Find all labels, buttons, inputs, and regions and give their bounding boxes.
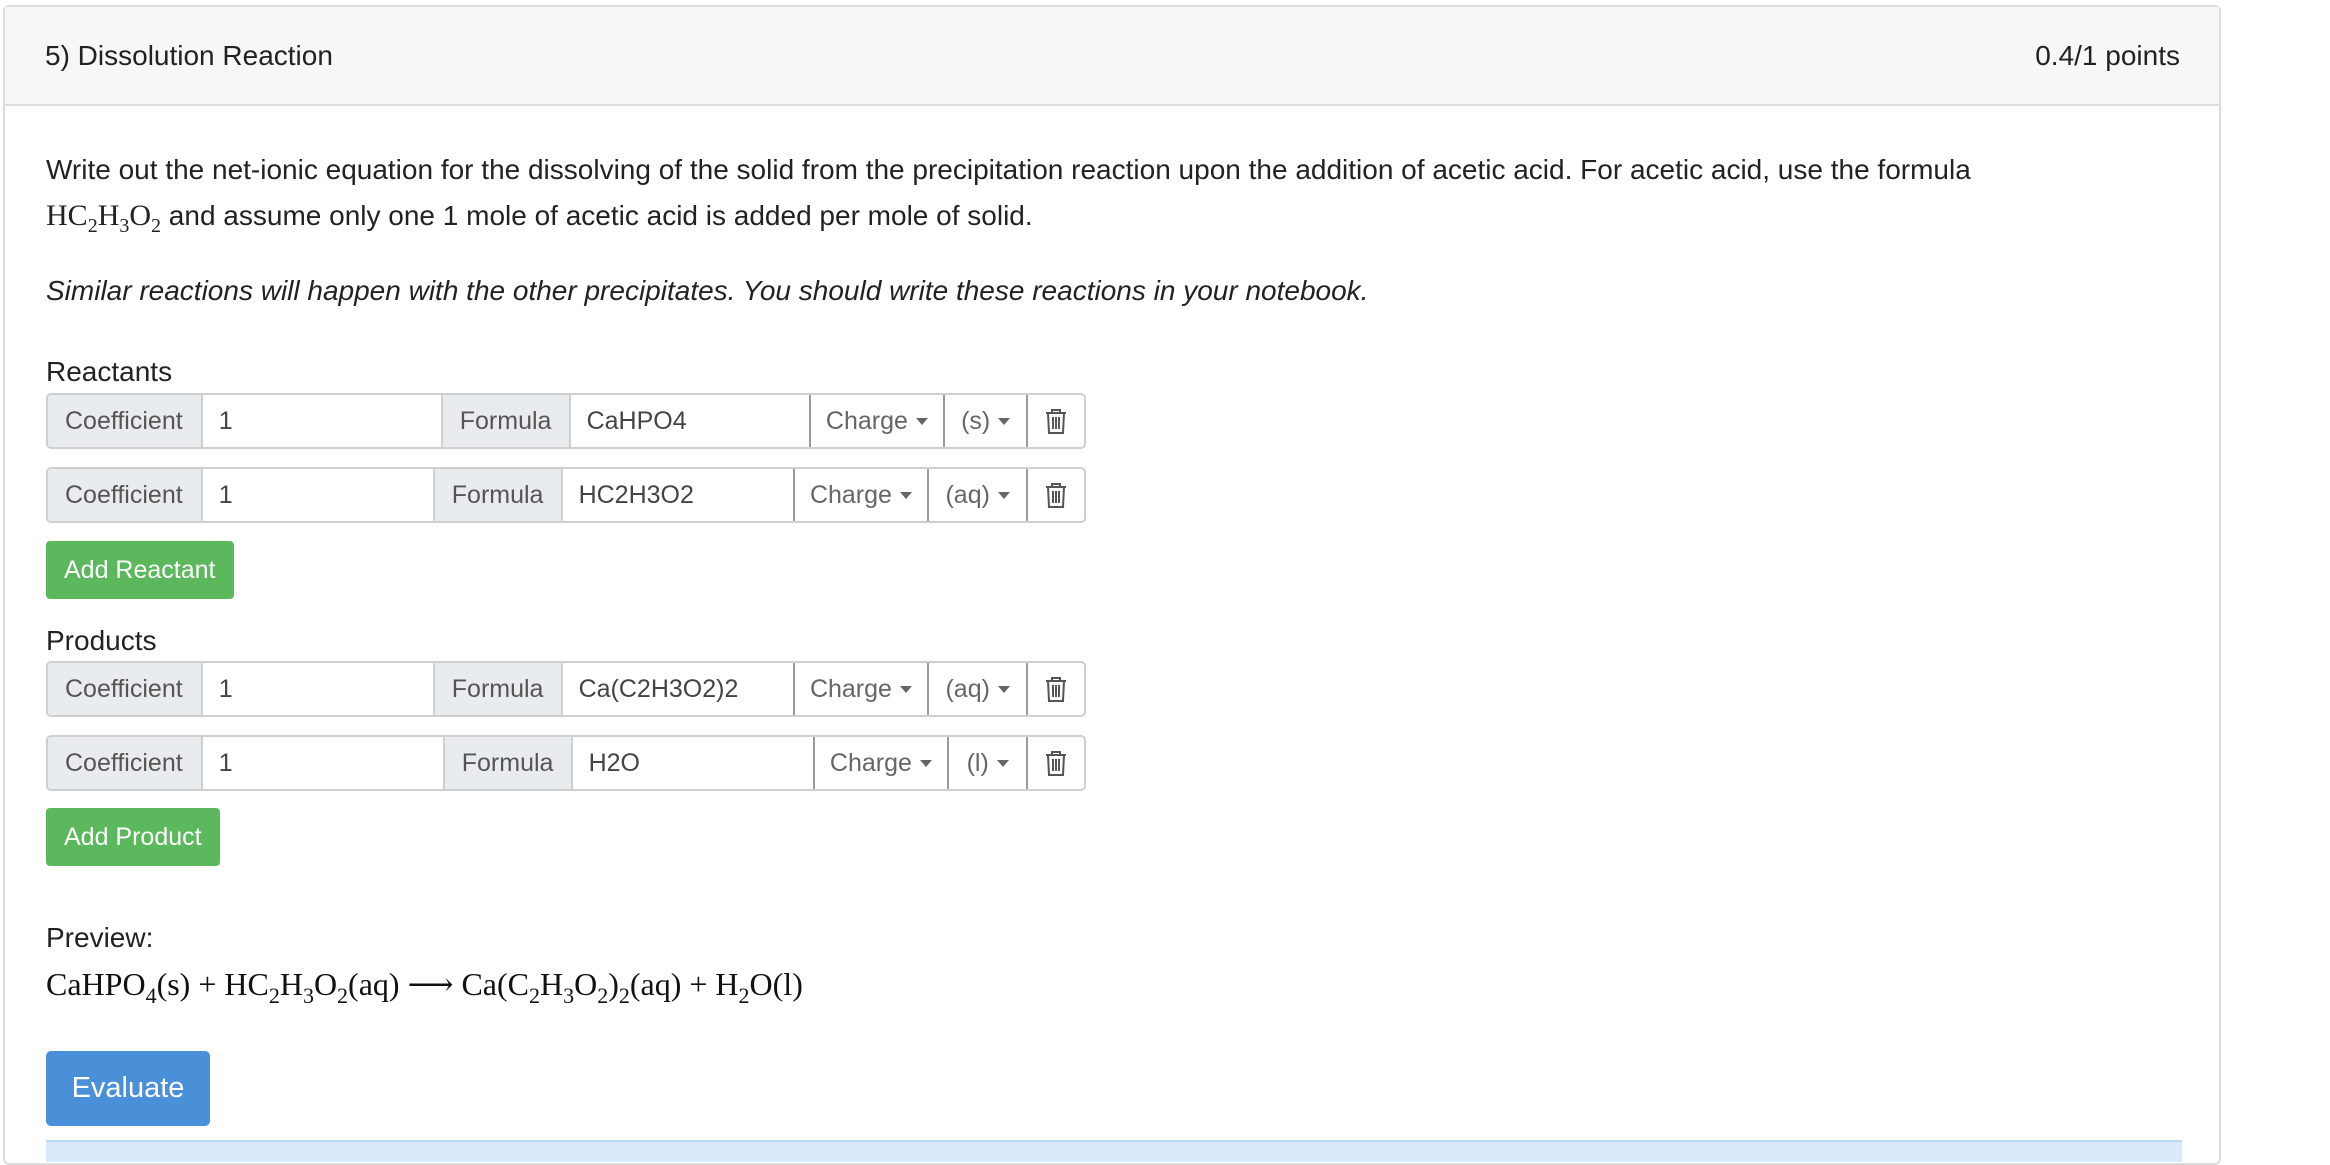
caret-down-icon (996, 759, 1009, 767)
product-row: Coefficient Formula Charge (l) (46, 735, 1086, 791)
charge-label: Charge (829, 748, 912, 777)
evaluate-button[interactable]: Evaluate (46, 1051, 210, 1126)
formula-label: Formula (434, 663, 563, 715)
state-label: (aq) (945, 674, 990, 703)
trash-icon (1046, 409, 1067, 434)
products-label: Products (46, 625, 157, 656)
acetic-acid-formula: HC2H3O2 (46, 199, 162, 237)
feedback-panel (46, 1140, 2182, 1162)
caret-down-icon (997, 491, 1010, 499)
caret-down-icon (998, 417, 1011, 425)
formula-input[interactable] (562, 469, 793, 521)
reactant-row: Coefficient Formula Charge (aq) (46, 467, 1086, 523)
charge-label: Charge (809, 674, 892, 703)
formula-input[interactable] (570, 395, 809, 447)
add-product-button[interactable]: Add Product (46, 808, 220, 866)
trash-icon (1046, 677, 1067, 702)
formula-label: Formula (434, 469, 563, 521)
coefficient-input[interactable] (202, 737, 445, 789)
reactants-label: Reactants (46, 356, 173, 387)
caret-down-icon (915, 417, 928, 425)
charge-dropdown[interactable]: Charge (792, 663, 930, 715)
state-dropdown[interactable]: (aq) (929, 469, 1029, 521)
charge-dropdown[interactable]: Charge (812, 737, 950, 789)
coefficient-label: Coefficient (48, 663, 203, 715)
charge-dropdown[interactable]: Charge (792, 469, 930, 521)
charge-label: Charge (809, 480, 892, 509)
charge-label: Charge (825, 406, 908, 435)
caret-down-icon (919, 759, 932, 767)
reactant-row: Coefficient Formula Charge (s) (46, 393, 1086, 449)
notebook-note: Similar reactions will happen with the o… (46, 275, 1369, 306)
instructions-line-2: and assume only one 1 mole of acetic aci… (161, 200, 1033, 231)
state-dropdown[interactable]: (aq) (929, 663, 1029, 715)
product-row: Coefficient Formula Charge (aq) (46, 661, 1086, 717)
trash-icon (1046, 483, 1067, 508)
coefficient-label: Coefficient (48, 737, 203, 789)
preview-label: Preview: (46, 922, 154, 953)
formula-input[interactable] (562, 663, 793, 715)
formula-input[interactable] (572, 737, 813, 789)
coefficient-label: Coefficient (48, 469, 203, 521)
coefficient-label: Coefficient (48, 395, 203, 447)
delete-button[interactable] (1028, 737, 1084, 789)
caret-down-icon (997, 685, 1010, 693)
coefficient-input[interactable] (202, 395, 443, 447)
instructions-paragraph: Write out the net-ionic equation for the… (46, 147, 2166, 249)
caret-down-icon (899, 491, 912, 499)
caret-down-icon (899, 685, 912, 693)
formula-label: Formula (442, 395, 571, 447)
score-text: 0.4/1 points (2035, 39, 2180, 71)
question-card: 5) Dissolution Reaction 0.4/1 points Wri… (3, 5, 2221, 1165)
add-reactant-button[interactable]: Add Reactant (46, 541, 234, 599)
state-label: (aq) (945, 480, 990, 509)
state-label: (s) (961, 406, 991, 435)
formula-label: Formula (444, 737, 573, 789)
preview-equation: CaHPO4(s) + HC2H3O2(aq) ⟶ Ca(C2H3O2)2(aq… (46, 966, 803, 1008)
delete-button[interactable] (1028, 663, 1084, 715)
state-label: (l) (966, 748, 989, 777)
coefficient-input[interactable] (202, 469, 435, 521)
state-dropdown[interactable]: (s) (945, 395, 1029, 447)
coefficient-input[interactable] (202, 663, 435, 715)
trash-icon (1046, 751, 1067, 776)
card-header: 5) Dissolution Reaction 0.4/1 points (5, 7, 2219, 106)
delete-button[interactable] (1028, 395, 1084, 447)
state-dropdown[interactable]: (l) (949, 737, 1029, 789)
delete-button[interactable] (1028, 469, 1084, 521)
question-title: 5) Dissolution Reaction (45, 39, 333, 71)
charge-dropdown[interactable]: Charge (808, 395, 946, 447)
instructions-line-1: Write out the net-ionic equation for the… (46, 154, 1971, 185)
